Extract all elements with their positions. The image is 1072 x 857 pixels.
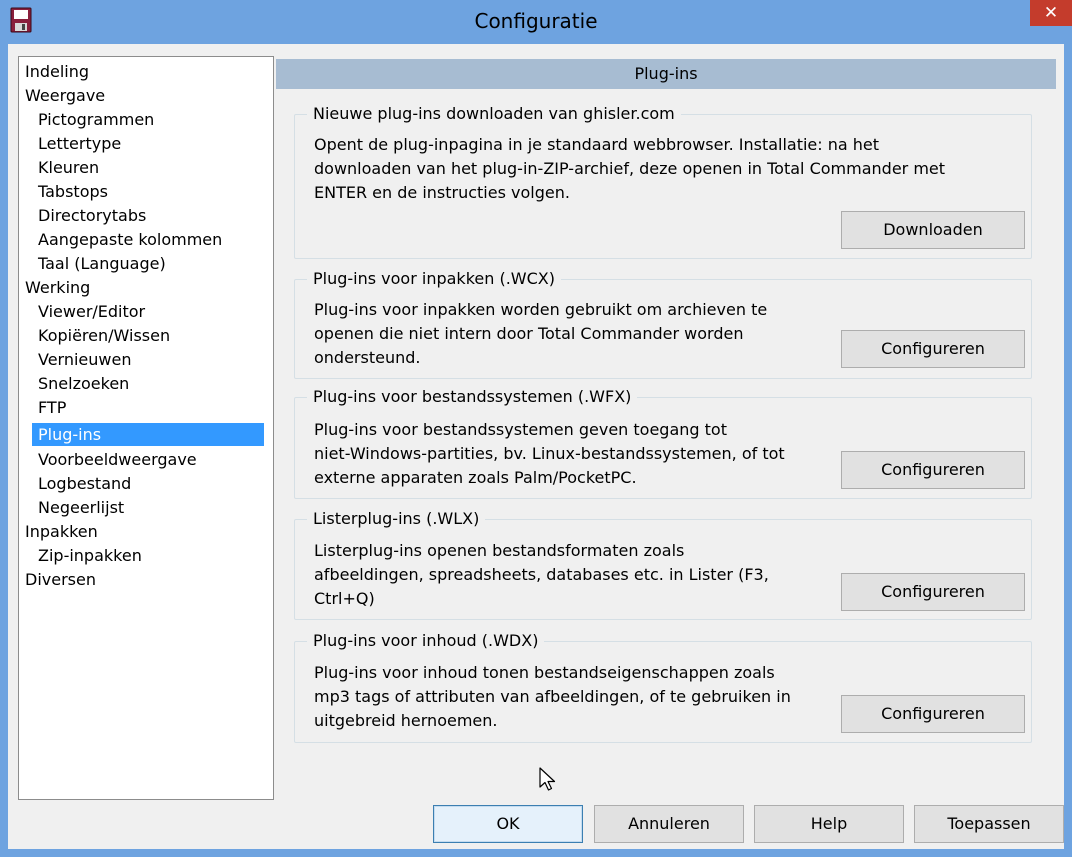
cancel-button[interactable]: Annuleren xyxy=(594,805,744,843)
group-wcx-plugins: Plug-ins voor inpakken (.WCX) Plug-ins v… xyxy=(294,267,1032,379)
tree-item-pictogrammen[interactable]: Pictogrammen xyxy=(38,108,255,131)
tree-item-tabstops[interactable]: Tabstops xyxy=(38,180,255,203)
group-wlx-plugins: Listerplug-ins (.WLX) Listerplug-ins ope… xyxy=(294,507,1032,620)
tree-item-ftp[interactable]: FTP xyxy=(38,396,255,419)
configure-wdx-button[interactable]: Configureren xyxy=(841,695,1025,733)
group-wdx-plugins: Plug-ins voor inhoud (.WDX) Plug-ins voo… xyxy=(294,629,1032,743)
configure-wfx-button[interactable]: Configureren xyxy=(841,451,1025,489)
configure-wlx-button[interactable]: Configureren xyxy=(841,573,1025,611)
tree-item-plug-ins[interactable]: Plug-ins xyxy=(32,423,264,446)
tree-item-viewer-editor[interactable]: Viewer/Editor xyxy=(38,300,255,323)
panel-title: Plug-ins xyxy=(276,59,1056,89)
tree-item-werking[interactable]: Werking xyxy=(25,276,255,299)
tree-item-directorytabs[interactable]: Directorytabs xyxy=(38,204,255,227)
tree-item-vernieuwen[interactable]: Vernieuwen xyxy=(38,348,255,371)
mouse-pointer-icon xyxy=(539,767,556,791)
tree-item-diversen[interactable]: Diversen xyxy=(25,568,255,591)
tree-item-weergave[interactable]: Weergave xyxy=(25,84,255,107)
configuration-window: Configuratie ✕ Indeling Weergave Pictogr… xyxy=(0,0,1072,857)
tree-item-voorbeeldweergave[interactable]: Voorbeeldweergave xyxy=(38,448,255,471)
group-title: Listerplug-ins (.WLX) xyxy=(307,507,486,531)
tree-item-lettertype[interactable]: Lettertype xyxy=(38,132,255,155)
tree-item-negeerlijst[interactable]: Negeerlijst xyxy=(38,496,255,519)
tree-item-kopieren-wissen[interactable]: Kopiëren/Wissen xyxy=(38,324,255,347)
group-description: Listerplug-ins openen bestandsformaten z… xyxy=(314,541,769,608)
title-bar[interactable]: Configuratie ✕ xyxy=(0,0,1072,44)
group-title: Plug-ins voor inhoud (.WDX) xyxy=(307,629,545,653)
tree-item-logbestand[interactable]: Logbestand xyxy=(38,472,255,495)
tree-item-aangepaste-kolommen[interactable]: Aangepaste kolommen xyxy=(38,228,255,251)
group-description: Opent de plug-inpagina in je standaard w… xyxy=(314,135,946,202)
group-title: Plug-ins voor inpakken (.WCX) xyxy=(307,267,561,291)
apply-button[interactable]: Toepassen xyxy=(914,805,1064,843)
tree-item-inpakken[interactable]: Inpakken xyxy=(25,520,255,543)
group-title: Plug-ins voor bestandssystemen (.WFX) xyxy=(307,385,638,409)
group-download-plugins: Nieuwe plug-ins downloaden van ghisler.c… xyxy=(294,102,1032,259)
tree-item-indeling[interactable]: Indeling xyxy=(25,60,255,83)
configure-wcx-button[interactable]: Configureren xyxy=(841,330,1025,368)
group-description: Plug-ins voor inhoud tonen bestandseigen… xyxy=(314,663,791,730)
download-button[interactable]: Downloaden xyxy=(841,211,1025,249)
tree-item-snelzoeken[interactable]: Snelzoeken xyxy=(38,372,255,395)
ok-button[interactable]: OK xyxy=(433,805,583,843)
help-button[interactable]: Help xyxy=(754,805,904,843)
group-description: Plug-ins voor bestandssystemen geven toe… xyxy=(314,420,785,487)
group-wfx-plugins: Plug-ins voor bestandssystemen (.WFX) Pl… xyxy=(294,385,1032,499)
category-tree[interactable]: Indeling Weergave Pictogrammen Lettertyp… xyxy=(18,56,274,800)
dialog-client-area: Indeling Weergave Pictogrammen Lettertyp… xyxy=(8,44,1064,849)
close-button[interactable]: ✕ xyxy=(1030,0,1072,26)
tree-item-zip-inpakken[interactable]: Zip-inpakken xyxy=(38,544,255,567)
tree-item-kleuren[interactable]: Kleuren xyxy=(38,156,255,179)
window-title: Configuratie xyxy=(474,9,598,33)
group-title: Nieuwe plug-ins downloaden van ghisler.c… xyxy=(307,102,681,126)
tree-item-taal[interactable]: Taal (Language) xyxy=(38,252,255,275)
close-icon: ✕ xyxy=(1043,3,1059,23)
group-description: Plug-ins voor inpakken worden gebruikt o… xyxy=(314,300,768,367)
